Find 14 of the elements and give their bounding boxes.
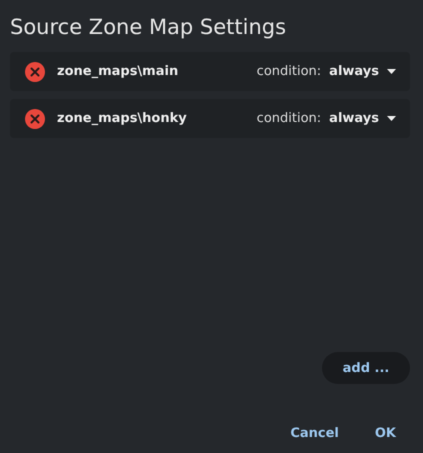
add-button[interactable]: add ... <box>322 352 410 384</box>
caret-icon[interactable] <box>387 116 396 122</box>
dialog-button[interactable]: OK <box>366 422 404 445</box>
remove-icon[interactable] <box>25 108 45 128</box>
condition-dropdown[interactable]: always <box>329 64 379 79</box>
condition-dropdown[interactable]: always <box>329 111 379 126</box>
dialog-title: Source Zone Map Settings <box>10 15 288 39</box>
condition-label: condition: <box>256 111 322 126</box>
caret-icon[interactable] <box>387 68 396 74</box>
map-path: zone_maps\honky <box>57 111 188 126</box>
remove-icon[interactable] <box>25 62 45 82</box>
map-path: zone_maps\main <box>57 64 180 79</box>
condition-label: condition: <box>256 64 322 79</box>
dialog-button[interactable]: Cancel <box>282 422 347 445</box>
